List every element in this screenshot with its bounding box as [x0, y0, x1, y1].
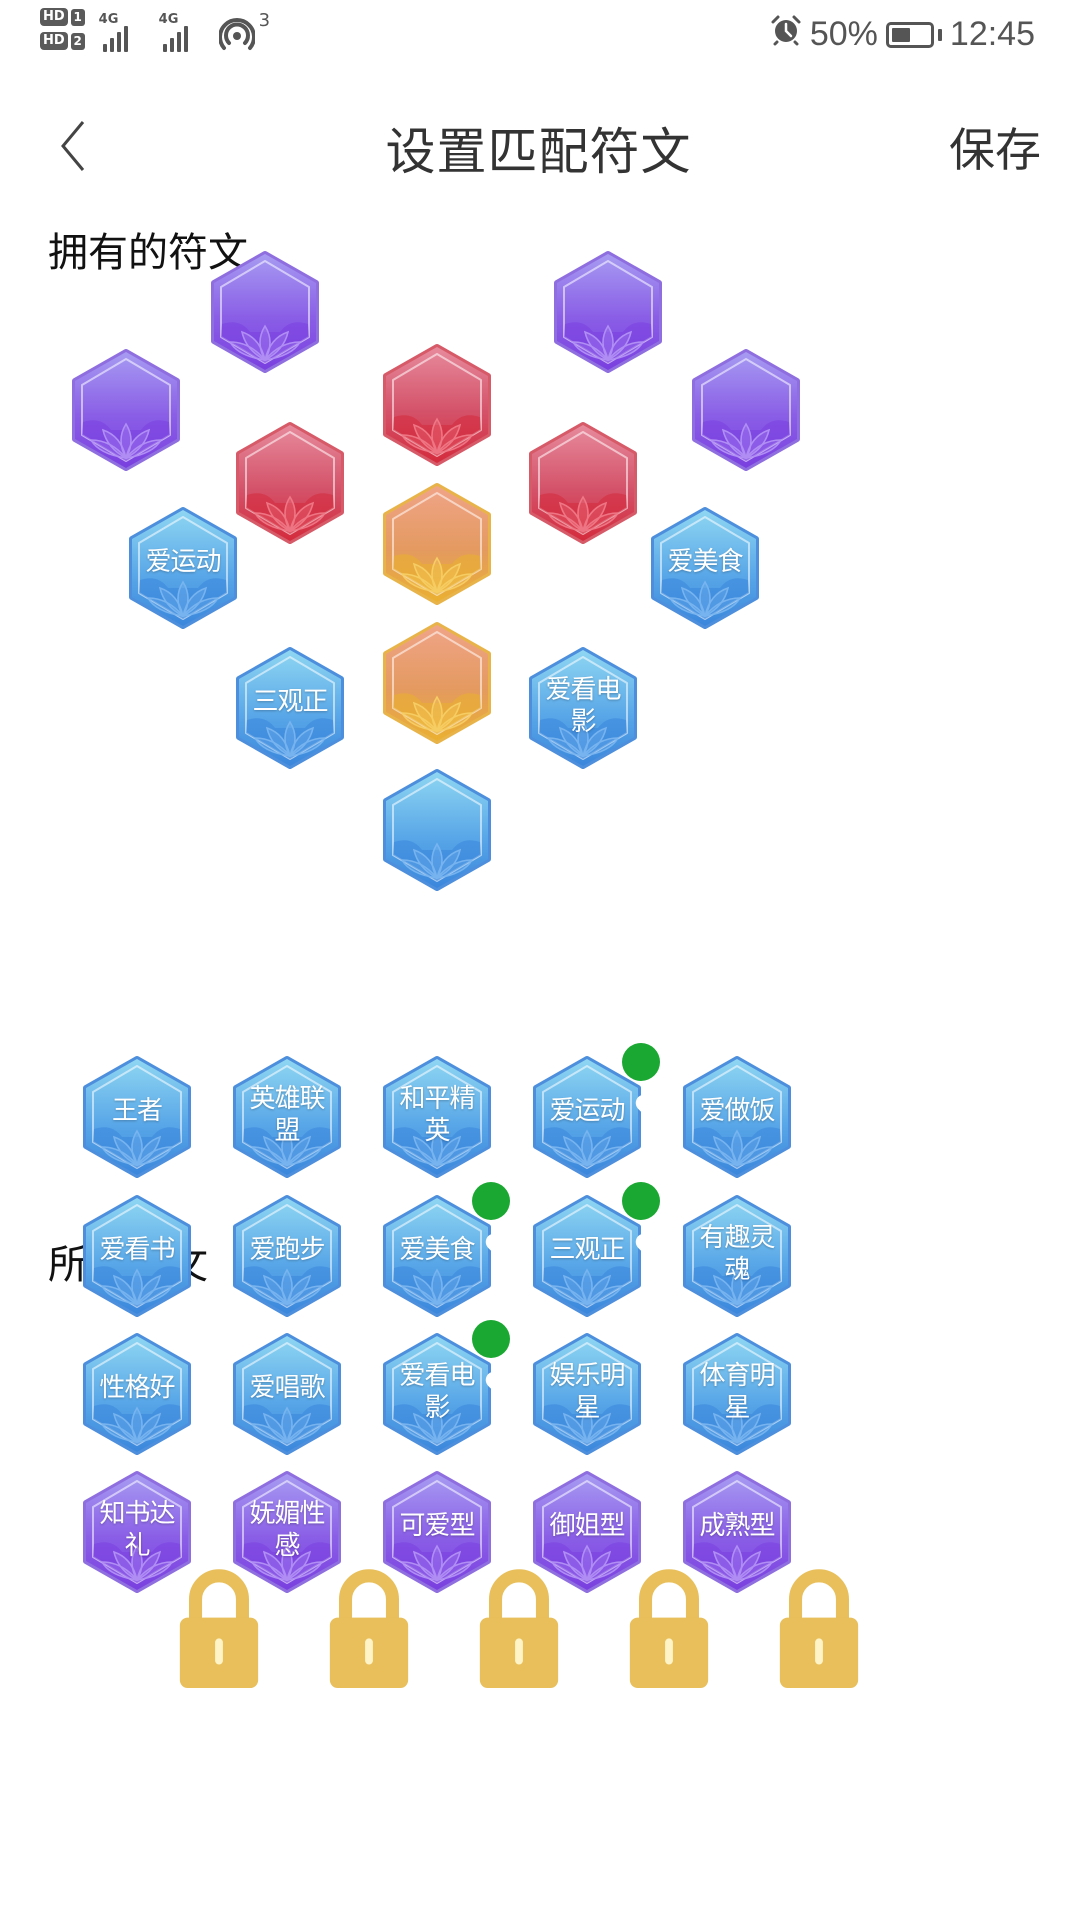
rune-label: 有趣灵 魂	[699, 1223, 775, 1285]
rune-label: 性格好	[99, 1373, 175, 1403]
lock-icon	[164, 1568, 259, 1688]
rune-label: 英雄联 盟	[249, 1084, 325, 1146]
save-button[interactable]: 保存	[949, 114, 1041, 180]
rune-label: 爱唱歌	[249, 1373, 325, 1403]
owned-rune-slot[interactable]: 爱运动	[128, 507, 238, 629]
rune-item[interactable]: 爱看书	[82, 1195, 192, 1317]
owned-rune-slot[interactable]: 爱美食	[650, 507, 760, 629]
hexagon-rune-icon	[211, 251, 319, 373]
battery-percent: 50%	[809, 15, 878, 53]
rune-item[interactable]: 和平精 英	[382, 1056, 492, 1178]
check-icon	[622, 1182, 719, 1275]
rune-label: 御姐型	[549, 1511, 625, 1541]
rune-label: 爱运动	[145, 547, 221, 577]
hexagon-rune-icon	[383, 483, 491, 605]
rune-label: 爱看电 影	[545, 675, 621, 737]
hexagon-rune-icon	[383, 344, 491, 466]
battery-icon	[885, 21, 942, 48]
owned-rune-slot[interactable]	[382, 483, 492, 605]
lock-icon	[464, 1568, 559, 1688]
hotspot-count: 3	[258, 10, 271, 31]
rune-item[interactable]: 性格好	[82, 1333, 192, 1455]
hexagon-rune-icon	[529, 422, 637, 544]
rune-item[interactable]: 成熟型	[682, 1471, 859, 1688]
hexagon-rune-icon	[554, 251, 662, 373]
rune-item[interactable]: 御姐型	[532, 1471, 709, 1688]
check-icon	[472, 1320, 569, 1413]
rune-item[interactable]: 妩媚性 感	[232, 1471, 409, 1688]
owned-rune-slot[interactable]	[382, 344, 492, 466]
owned-rune-slot[interactable]	[553, 251, 663, 373]
check-icon	[622, 1043, 719, 1136]
lock-icon	[314, 1568, 409, 1688]
rune-label: 成熟型	[699, 1511, 775, 1541]
hd-label: HD	[40, 8, 68, 26]
page-title: 设置匹配符文	[385, 123, 692, 181]
hexagon-rune-icon	[383, 769, 491, 891]
network-type-1: 4G	[98, 12, 119, 27]
rune-item[interactable]: 爱做饭	[682, 1056, 792, 1178]
alarm-icon	[770, 14, 802, 55]
rune-label: 王者	[111, 1096, 163, 1126]
rune-item[interactable]: 娱乐明 星	[532, 1333, 642, 1455]
nav-header: 设置匹配符文 保存	[0, 90, 1077, 200]
hd-icon: HD 1	[40, 8, 85, 26]
battery-fill	[891, 27, 910, 42]
hd-icon: HD 2	[40, 32, 85, 50]
clock: 12:45	[949, 15, 1035, 53]
owned-rune-slot[interactable]	[210, 251, 320, 373]
hexagon-rune-icon	[383, 622, 491, 744]
owned-rune-slot[interactable]: 三观正	[235, 647, 345, 769]
rune-label: 可爱型	[399, 1511, 475, 1541]
network-type-2: 4G	[158, 12, 179, 27]
rune-item[interactable]: 英雄联 盟	[232, 1056, 342, 1178]
rune-item[interactable]: 王者	[82, 1056, 192, 1178]
lock-icon	[614, 1568, 709, 1688]
rune-label: 爱做饭	[699, 1096, 775, 1126]
rune-item[interactable]: 爱美食	[382, 1182, 569, 1317]
owned-rune-slot[interactable]	[382, 622, 492, 744]
rune-item[interactable]: 知书达 礼	[82, 1471, 259, 1688]
rune-label: 和平精 英	[399, 1084, 475, 1146]
owned-rune-slot[interactable]	[528, 422, 638, 544]
owned-rune-slot[interactable]: 爱看电 影	[528, 647, 638, 769]
rune-item[interactable]: 爱唱歌	[232, 1333, 342, 1455]
rune-item[interactable]: 三观正	[532, 1182, 719, 1317]
owned-rune-slot[interactable]	[235, 422, 345, 544]
rune-item[interactable]: 体育明 星	[682, 1333, 792, 1455]
signal-icon: 4G	[159, 8, 205, 52]
check-icon	[472, 1182, 569, 1275]
rune-label: 三观正	[252, 687, 328, 717]
owned-rune-slot[interactable]	[71, 349, 181, 471]
rune-label: 爱跑步	[249, 1235, 325, 1265]
rune-label: 爱看书	[99, 1235, 175, 1265]
owned-rune-slot[interactable]	[691, 349, 801, 471]
rune-item[interactable]: 可爱型	[382, 1471, 559, 1688]
rune-label: 知书达 礼	[99, 1499, 175, 1561]
hexagon-rune-icon	[72, 349, 180, 471]
sim-slot-2: 2	[70, 32, 85, 50]
hd-label: HD	[40, 32, 68, 50]
rune-item[interactable]: 爱跑步	[232, 1195, 342, 1317]
hexagon-rune-icon	[236, 422, 344, 544]
lock-icon	[764, 1568, 859, 1688]
sim-slot-1: 1	[70, 8, 85, 26]
rune-item[interactable]: 爱运动	[532, 1043, 719, 1178]
signal-icon: 4G	[99, 8, 145, 52]
status-bar: HD 1 HD 2 4G 4G 3 50% 12:45	[0, 0, 1077, 80]
rune-label: 爱美食	[667, 547, 743, 577]
rune-label: 体育明 星	[699, 1361, 775, 1423]
owned-rune-slot[interactable]	[382, 769, 492, 891]
hotspot-icon: 3	[217, 10, 270, 54]
rune-label: 娱乐明 星	[549, 1361, 625, 1423]
rune-item[interactable]: 有趣灵 魂	[682, 1195, 792, 1317]
rune-item[interactable]: 爱看电 影	[382, 1320, 569, 1455]
hexagon-rune-icon	[692, 349, 800, 471]
rune-label: 妩媚性 感	[249, 1499, 325, 1561]
